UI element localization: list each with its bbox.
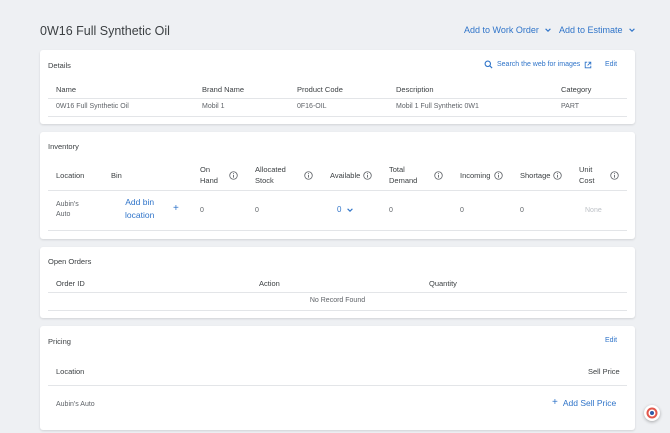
open-orders-title: Open Orders	[48, 257, 92, 266]
no-record-message: No Record Found	[309, 297, 366, 304]
page-title: 0W16 Full Synthetic Oil	[40, 24, 170, 38]
open-orders-card: Open Orders Order ID Action Quantity No …	[40, 247, 635, 318]
info-icon[interactable]	[610, 171, 619, 180]
open-orders-col-quantity: Quantity	[429, 279, 457, 288]
shortage-value: 0	[520, 207, 524, 214]
details-category-value: PART	[561, 103, 580, 110]
details-description-value: Mobil 1 Full Synthetic 0W1	[396, 103, 479, 110]
location-line-1: Aubin's	[56, 201, 79, 208]
total-demand-value: 0	[389, 207, 393, 214]
details-title: Details	[48, 61, 71, 70]
open-orders-col-action: Action	[259, 279, 280, 288]
add-sell-price-label: Add Sell Price	[562, 398, 617, 408]
add-to-estimate-button[interactable]: Add to Estimate	[559, 25, 636, 35]
pricing-location-value: Aubin's Auto	[56, 401, 95, 408]
details-col-description: Description	[396, 85, 434, 94]
inventory-col-on-hand: On Hand	[200, 164, 218, 186]
inventory-col-available: Available	[330, 171, 361, 180]
page-header: 0W16 Full Synthetic Oil Add to Work Orde…	[0, 0, 670, 50]
pricing-title: Pricing	[48, 337, 71, 346]
divider	[48, 230, 627, 231]
help-badge-icon	[646, 407, 658, 419]
details-col-category: Category	[561, 85, 592, 94]
add-to-work-order-button[interactable]: Add to Work Order	[464, 25, 552, 35]
incoming-value: 0	[460, 207, 464, 214]
add-bin-location-link[interactable]: Add bin location	[125, 196, 154, 222]
inventory-col-incoming: Incoming	[460, 171, 491, 180]
open-orders-col-order-id: Order ID	[56, 279, 85, 288]
info-icon[interactable]	[553, 171, 562, 180]
divider	[48, 292, 627, 293]
details-card: Details Search the web for images Edit N…	[40, 50, 635, 124]
search-web-images-link[interactable]: Search the web for images	[484, 60, 592, 69]
info-icon[interactable]	[434, 171, 443, 180]
search-web-images-label: Search the web for images	[497, 61, 581, 68]
inventory-title: Inventory	[48, 142, 79, 151]
info-icon[interactable]	[363, 171, 372, 180]
location-line-2: Auto	[56, 211, 71, 218]
pricing-card: Pricing Edit Location Sell Price Aubin's…	[40, 326, 635, 430]
add-bin-line-2: location	[125, 210, 155, 220]
allocated-value: 0	[255, 207, 259, 214]
chevron-down-icon	[628, 28, 635, 32]
total-demand-line-1: Total	[389, 165, 405, 174]
details-brand-value: Mobil 1	[202, 103, 225, 110]
available-value: 0	[337, 205, 342, 214]
add-to-work-order-label: Add to Work Order	[464, 25, 539, 35]
total-demand-line-2: Demand	[389, 176, 418, 185]
info-icon[interactable]	[494, 171, 503, 180]
inventory-col-total-demand: Total Demand	[389, 164, 417, 186]
inventory-col-bin: Bin	[111, 171, 122, 180]
on-hand-line-2: Hand	[200, 176, 218, 185]
help-badge[interactable]	[644, 405, 660, 421]
divider	[48, 385, 627, 386]
info-icon[interactable]	[229, 171, 238, 180]
pricing-col-location: Location	[56, 367, 85, 376]
inventory-location-value: Aubin's Auto	[56, 200, 79, 220]
unit-cost-line-2: Cost	[579, 176, 595, 185]
add-to-estimate-label: Add to Estimate	[559, 25, 623, 35]
details-col-product-code: Product Code	[297, 85, 343, 94]
external-link-icon	[585, 61, 592, 68]
info-icon[interactable]	[304, 171, 313, 180]
inventory-col-unit-cost: Unit Cost	[579, 164, 594, 186]
add-bin-line-1: Add bin	[125, 197, 155, 207]
chevron-down-icon	[545, 28, 551, 32]
divider	[48, 98, 627, 99]
add-sell-price-button[interactable]: + Add Sell Price	[552, 397, 617, 409]
allocated-line-2: Stock	[255, 176, 274, 185]
search-icon	[484, 60, 493, 69]
available-dropdown[interactable]: 0	[337, 205, 354, 215]
inventory-col-allocated: Allocated Stock	[255, 164, 286, 186]
pricing-col-sell-price: Sell Price	[588, 367, 620, 376]
chevron-down-icon	[347, 208, 354, 212]
divider	[48, 310, 627, 311]
divider	[48, 190, 627, 191]
allocated-line-1: Allocated	[255, 165, 286, 174]
unit-cost-value: None	[585, 207, 602, 214]
on-hand-line-1: On	[200, 165, 211, 174]
on-hand-value: 0	[200, 207, 204, 214]
add-bin-plus-button[interactable]: +	[173, 204, 179, 214]
details-col-brand: Brand Name	[202, 85, 245, 94]
inventory-col-location: Location	[56, 171, 85, 180]
pricing-edit-link[interactable]: Edit	[605, 337, 617, 344]
inventory-col-shortage: Shortage	[520, 171, 551, 180]
unit-cost-line-1: Unit	[579, 165, 593, 174]
details-product-code-value: 0F16-OIL	[297, 103, 327, 110]
details-edit-link[interactable]: Edit	[605, 61, 617, 68]
plus-icon: +	[552, 397, 558, 408]
inventory-card: Inventory Location Bin On Hand Allocated…	[40, 132, 635, 239]
divider	[48, 116, 627, 117]
details-name-value: 0W16 Full Synthetic Oil	[56, 103, 129, 110]
details-col-name: Name	[56, 85, 77, 94]
